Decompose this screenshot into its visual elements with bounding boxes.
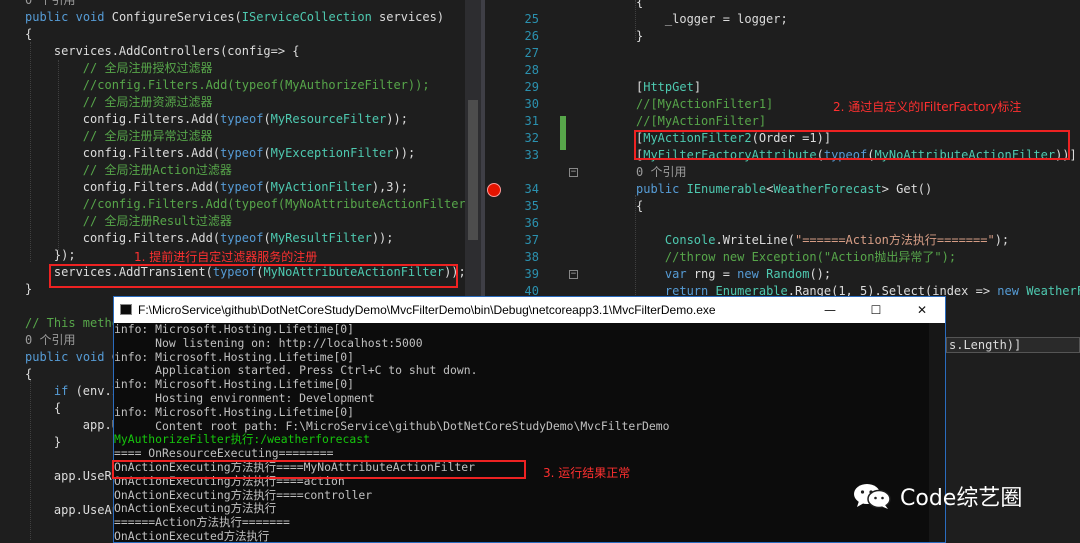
code-line[interactable]: // 全局注册授权过滤器	[25, 60, 213, 77]
console-line: Application started. Press Ctrl+C to shu…	[114, 363, 478, 378]
code-line[interactable]: if (env.I	[25, 383, 119, 400]
code-line[interactable]: 0 个引用	[25, 0, 75, 9]
console-line: Hosting environment: Development	[114, 391, 375, 405]
line-number: 25	[524, 12, 539, 26]
minimize-button[interactable]: —	[807, 297, 853, 323]
code-line[interactable]: Console.WriteLine("======Action方法执行=====…	[636, 232, 1009, 249]
code-line[interactable]: {	[25, 400, 61, 417]
maximize-button[interactable]: ☐	[853, 297, 899, 323]
code-line[interactable]: 0 个引用	[25, 332, 75, 349]
console-line: Content root path: F:\MicroService\githu…	[114, 418, 670, 433]
code-line[interactable]: app.U	[25, 417, 119, 434]
console-window[interactable]: F:\MicroService\github\DotNetCoreStudyDe…	[113, 296, 946, 543]
line-number: 30	[524, 97, 539, 111]
line-number: 34	[524, 182, 539, 196]
line-number: 29	[524, 80, 539, 94]
console-titlebar[interactable]: F:\MicroService\github\DotNetCoreStudyDe…	[114, 297, 945, 323]
line-number: 27	[524, 46, 539, 60]
code-line[interactable]: // 全局注册Result过滤器	[25, 213, 232, 230]
console-line: OnActionExecuting方法执行====controller	[114, 487, 373, 502]
collapse-toggle-icon[interactable]: −	[569, 270, 578, 279]
code-line[interactable]: }	[636, 28, 643, 45]
line-number: 26	[524, 29, 539, 43]
line-number: 31	[524, 114, 539, 128]
line-number: 36	[524, 216, 539, 230]
code-line[interactable]: //[MyActionFilter]	[636, 113, 766, 130]
console-line: info: Microsoft.Hosting.Lifetime[0]	[114, 349, 355, 364]
code-line[interactable]: {	[636, 198, 643, 215]
code-line[interactable]: //throw new Exception("Action抛出异常了");	[636, 249, 956, 266]
line-number: 33	[524, 148, 539, 162]
line-number: 38	[524, 250, 539, 264]
console-line: MyAuthorizeFilter执行:/weatherforecast	[114, 432, 370, 447]
code-line[interactable]: config.Filters.Add(typeof(MyResultFilter…	[25, 230, 394, 247]
code-line[interactable]: //config.Filters.Add(typeof(MyAuthorizeF…	[25, 77, 430, 94]
annotation-box-2	[634, 130, 1070, 160]
line-number: 32	[524, 131, 539, 145]
line-number: 37	[524, 233, 539, 247]
code-line[interactable]: //config.Filters.Add(typeof(MyNoAttribut…	[25, 196, 465, 213]
console-line: info: Microsoft.Hosting.Lifetime[0]	[114, 323, 355, 336]
left-editor-scroll-thumb[interactable]	[468, 100, 478, 240]
close-button[interactable]: ✕	[899, 297, 945, 323]
console-line: info: Microsoft.Hosting.Lifetime[0]	[114, 377, 355, 392]
code-line[interactable]: app.UseRo	[25, 468, 119, 485]
code-line[interactable]: var rng = new Random();	[636, 266, 831, 283]
code-line[interactable]: public IEnumerable<WeatherForecast> Get(…	[636, 181, 932, 198]
watermark-text: Code综艺圈	[900, 486, 1023, 511]
code-line[interactable]: [HttpGet]	[636, 79, 701, 96]
code-line[interactable]: }	[25, 281, 32, 298]
wechat-icon	[854, 484, 891, 509]
code-line[interactable]: public void C	[25, 349, 119, 366]
console-title: F:\MicroService\github\DotNetCoreStudyDe…	[138, 303, 716, 317]
code-line[interactable]: {	[25, 366, 32, 383]
console-app-icon	[120, 304, 132, 315]
console-line: ==== OnResourceExecuting========	[114, 446, 334, 461]
code-line[interactable]: 0 个引用	[636, 164, 686, 181]
code-line[interactable]: config.Filters.Add(typeof(MyExceptionFil…	[25, 145, 415, 162]
console-line: ======Action方法执行=======	[114, 515, 290, 530]
console-output: info: Microsoft.Hosting.Lifetime[0] Now …	[114, 323, 945, 543]
code-line[interactable]: config.Filters.Add(typeof(MyActionFilter…	[25, 179, 408, 196]
collapse-toggle-icon[interactable]: −	[569, 168, 578, 177]
partial-code-line: s.Length)]	[946, 337, 1080, 353]
code-line[interactable]: public void ConfigureServices(IServiceCo…	[25, 9, 444, 26]
code-line[interactable]: config.Filters.Add(typeof(MyResourceFilt…	[25, 111, 408, 128]
console-line: OnActionExecuting方法执行	[114, 501, 277, 516]
line-number: 39	[524, 267, 539, 281]
breakpoint-icon[interactable]	[487, 183, 501, 197]
code-line[interactable]: {	[636, 0, 643, 11]
line-number: 28	[524, 63, 539, 77]
code-line[interactable]: // 全局注册资源过滤器	[25, 94, 213, 111]
code-line[interactable]: });	[25, 247, 76, 264]
code-line[interactable]: {	[25, 26, 32, 43]
annotation-box-1	[49, 264, 458, 288]
code-line[interactable]: // 全局注册异常过滤器	[25, 128, 213, 145]
console-line: OnActionExecuted方法执行	[114, 529, 270, 543]
console-line: Now listening on: http://localhost:5000	[114, 335, 423, 350]
console-line: info: Microsoft.Hosting.Lifetime[0]	[114, 404, 355, 419]
annotation-label-1: 1. 提前进行自定过滤器服务的注册	[134, 250, 318, 264]
code-line[interactable]: // 全局注册Action过滤器	[25, 162, 232, 179]
annotation-label-2: 2. 通过自定义的IFilterFactory标注	[833, 100, 1022, 114]
annotation-label-3: 3. 运行结果正常	[543, 466, 631, 480]
code-line[interactable]: }	[25, 434, 61, 451]
code-line[interactable]: // This metho	[25, 315, 119, 332]
code-line[interactable]: app.UseAu	[25, 502, 119, 519]
code-line[interactable]: services.AddControllers(config=> {	[25, 43, 300, 60]
line-number: 35	[524, 199, 539, 213]
code-line[interactable]: //[MyActionFilter1]	[636, 96, 773, 113]
change-indicator-bar	[560, 116, 566, 150]
annotation-box-3	[112, 460, 526, 479]
code-line[interactable]: _logger = logger;	[636, 11, 788, 28]
